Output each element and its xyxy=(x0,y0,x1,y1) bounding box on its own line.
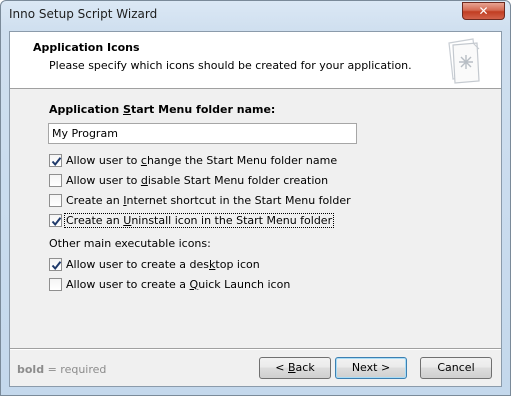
folder-input-value: My Program xyxy=(52,127,118,140)
required-hint: bold = required xyxy=(17,363,106,376)
checkbox-box[interactable] xyxy=(49,193,62,207)
start-menu-folder-label: Application Start Menu folder name: xyxy=(49,103,275,116)
checkmark-icon xyxy=(51,260,62,270)
label-text: isable Start Menu folder creation xyxy=(147,173,329,187)
checkbox-label: Allow user to create a desktop icon xyxy=(65,258,261,271)
checkbox-internet-shortcut[interactable]: Create an Internet shortcut in the Start… xyxy=(49,192,352,208)
footer-divider xyxy=(10,348,501,350)
checkmark-icon xyxy=(51,156,62,166)
label-accel: d xyxy=(140,173,148,187)
checkbox-quick-launch-icon[interactable]: Allow user to create a Quick Launch icon xyxy=(49,276,291,292)
window-title: Inno Setup Script Wizard xyxy=(9,7,158,21)
checkbox-uninstall-icon[interactable]: Create an Uninstall icon in the Start Me… xyxy=(49,212,335,228)
label-text: Allow user to xyxy=(66,153,141,167)
button-text: ack xyxy=(295,361,315,374)
page-subtitle: Please specify which icons should be cre… xyxy=(49,59,412,72)
checkbox-label: Allow user to disable Start Menu folder … xyxy=(65,174,329,187)
button-text: Cancel xyxy=(437,361,475,374)
label-text: hange the Start Menu folder name xyxy=(146,153,338,167)
label-text: Application xyxy=(49,103,123,116)
label-accel: Q xyxy=(189,277,199,291)
hint-text: = required xyxy=(44,363,107,376)
wizard-client-area: Application Icons Please specify which i… xyxy=(9,31,502,387)
label-accel: S xyxy=(123,103,131,116)
title-bar[interactable]: Inno Setup Script Wizard ✕ xyxy=(1,1,510,29)
next-button[interactable]: Next > xyxy=(335,357,407,379)
hint-bold: bold xyxy=(17,363,45,376)
button-text: < xyxy=(275,361,288,374)
checkbox-change-folder-name[interactable]: Allow user to change the Start Menu fold… xyxy=(49,152,338,168)
button-accel: B xyxy=(288,361,296,374)
label-text: Allow user to create a des xyxy=(66,257,210,271)
start-menu-folder-input[interactable]: My Program xyxy=(48,123,357,144)
label-text: top icon xyxy=(215,257,260,271)
checkbox-box[interactable] xyxy=(49,173,62,187)
label-text: nternet shortcut in the Start Menu folde… xyxy=(126,193,351,207)
checkmark-icon xyxy=(51,216,62,226)
other-icons-label: Other main executable icons: xyxy=(49,237,211,250)
checkbox-label: Allow user to change the Start Menu fold… xyxy=(65,154,338,167)
label-text: Create an xyxy=(66,193,124,207)
back-button[interactable]: < Back xyxy=(259,357,331,379)
document-star-icon xyxy=(448,38,480,84)
checkbox-label: Allow user to create a Quick Launch icon xyxy=(65,278,291,291)
label-text: uick Launch icon xyxy=(198,277,291,291)
checkbox-disable-folder-creation[interactable]: Allow user to disable Start Menu folder … xyxy=(49,172,329,188)
wizard-header: Application Icons Please specify which i… xyxy=(10,32,501,89)
close-icon: ✕ xyxy=(478,4,489,18)
close-button[interactable]: ✕ xyxy=(462,2,505,20)
checkbox-label: Create an Uninstall icon in the Start Me… xyxy=(63,212,335,228)
label-text: Create an xyxy=(66,213,124,227)
label-text: ninstall icon in the Start Menu folder xyxy=(131,213,333,227)
label-text: Allow user to create a xyxy=(66,277,190,291)
checkbox-box[interactable] xyxy=(49,213,62,227)
page-title: Application Icons xyxy=(33,41,140,54)
checkbox-label: Create an Internet shortcut in the Start… xyxy=(65,194,352,207)
checkbox-box[interactable] xyxy=(49,277,62,291)
checkbox-box[interactable] xyxy=(49,153,62,167)
checkbox-desktop-icon[interactable]: Allow user to create a desktop icon xyxy=(49,256,261,272)
label-text: tart Menu folder name: xyxy=(130,103,276,116)
checkbox-box[interactable] xyxy=(49,257,62,271)
cancel-button[interactable]: Cancel xyxy=(420,357,492,379)
label-text: Allow user to xyxy=(66,173,141,187)
wizard-window: Inno Setup Script Wizard ✕ Application I… xyxy=(0,0,511,396)
button-text: Next > xyxy=(351,361,391,374)
